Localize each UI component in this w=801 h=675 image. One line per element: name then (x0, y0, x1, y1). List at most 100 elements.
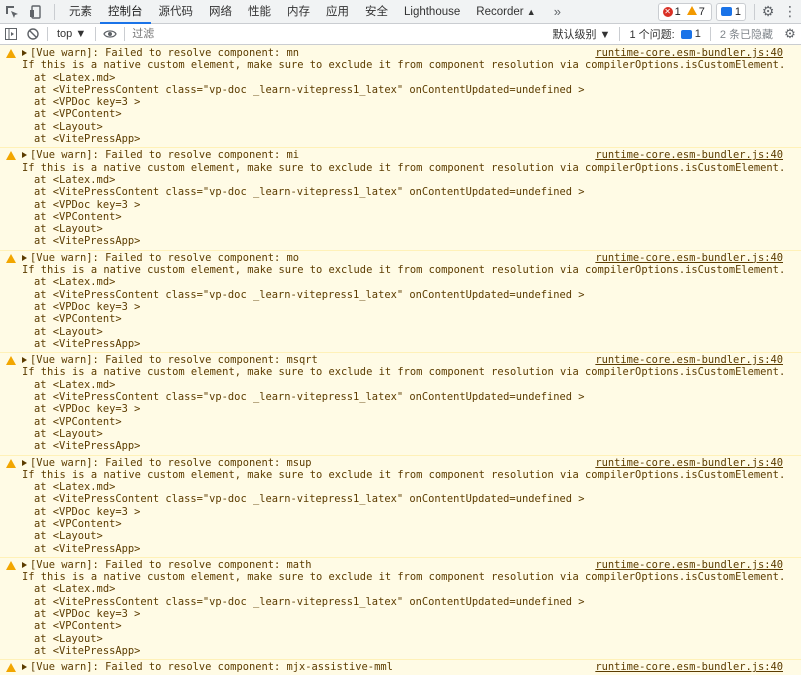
expand-caret-icon[interactable] (22, 561, 27, 568)
source-link[interactable]: runtime-core.esm-bundler.js:40 (591, 47, 783, 60)
issues-label: 1 个问题: (629, 29, 675, 41)
warning-message: [Vue warn]: Failed to resolve component:… (30, 354, 318, 367)
stack-frame: at <Latex.md> (34, 378, 116, 391)
flask-icon: ▲ (526, 6, 536, 17)
warning-message: [Vue warn]: Failed to resolve component:… (30, 47, 299, 59)
expand-caret-icon[interactable] (22, 664, 27, 671)
console-warning-entry[interactable]: [Vue warn]: Failed to resolve component:… (0, 455, 801, 558)
tab-elements[interactable]: 元素 (61, 0, 100, 24)
console-warning-entry[interactable]: [Vue warn]: Failed to resolve component:… (0, 660, 801, 675)
warning-icon (6, 663, 16, 673)
more-options-icon[interactable]: ⋮ (779, 0, 801, 24)
stack-frame: at <VPDoc key=3 > (34, 300, 141, 313)
warning-icon (6, 560, 16, 570)
error-warning-counter[interactable]: ✕ 1 7 (657, 2, 712, 21)
message-icon (720, 7, 732, 16)
console-warning-entry[interactable]: [Vue warn]: Failed to resolve component:… (0, 250, 801, 354)
source-link[interactable]: runtime-core.esm-bundler.js:40 (591, 354, 783, 367)
warning-detail: If this is a native custom element, make… (22, 161, 786, 174)
expand-caret-icon[interactable] (22, 50, 27, 56)
console-settings-gear-icon[interactable]: ⚙ (779, 24, 801, 45)
error-count: 1 (674, 5, 681, 18)
expand-caret-icon[interactable] (22, 459, 27, 466)
live-expression-eye-icon[interactable] (99, 24, 121, 45)
tab-performance[interactable]: 性能 (240, 0, 279, 24)
stack-frame: at <VitePressApp> (34, 337, 141, 350)
filter-divider (709, 27, 711, 41)
tab-security[interactable]: 安全 (357, 0, 396, 24)
filter-divider (47, 27, 48, 41)
tab-console[interactable]: 控制台 (100, 0, 151, 24)
hidden-messages-count: 2 条已隐藏 (719, 29, 773, 41)
warning-icon (6, 458, 16, 468)
warning-detail: If this is a native custom element, make… (22, 468, 786, 481)
sidebar-toggle-icon[interactable] (0, 24, 22, 45)
console-warning-entry[interactable]: [Vue warn]: Failed to resolve component:… (0, 148, 801, 251)
warning-message: [Vue warn]: Failed to resolve component:… (30, 558, 312, 571)
warning-message: [Vue warn]: Failed to resolve component:… (30, 661, 393, 674)
source-link[interactable]: runtime-core.esm-bundler.js:40 (591, 149, 783, 162)
stack-frame: at <VitePressContent class="vp-doc _lear… (34, 83, 585, 96)
stack-frame: at <VPContent> (34, 108, 122, 121)
stack-frame: at <VPContent> (34, 313, 122, 326)
stack-frame: at <VitePressContent class="vp-doc _lear… (34, 391, 585, 404)
warning-detail: If this is a native custom element, make… (22, 366, 786, 379)
stack-frame: at <Latex.md> (34, 481, 116, 494)
more-tabs-button[interactable]: » (544, 0, 571, 24)
toolbar-divider (54, 3, 55, 20)
warning-count: 7 (698, 5, 705, 18)
warning-icon (6, 151, 16, 161)
source-link[interactable]: runtime-core.esm-bundler.js:40 (591, 251, 783, 265)
warning-detail: If this is a native custom element, make… (22, 59, 786, 72)
stack-frame: at <VPDoc key=3 > (34, 608, 141, 621)
warning-icon (6, 356, 16, 366)
warning-message: [Vue warn]: Failed to resolve component:… (30, 149, 299, 162)
context-selector[interactable]: top ▼ (51, 28, 92, 40)
stack-frame: at <VPContent> (34, 620, 122, 633)
settings-gear-icon[interactable]: ⚙ (757, 0, 779, 24)
stack-frame: at <VitePressContent class="vp-doc _lear… (34, 493, 585, 506)
devtools-toolbar: 元素 控制台 源代码 网络 性能 内存 应用 安全 Lighthouse Rec… (0, 0, 801, 24)
tab-memory[interactable]: 内存 (279, 0, 318, 24)
stack-frame: at <VPContent> (34, 415, 122, 428)
issues-count: 1 (694, 28, 701, 40)
expand-caret-icon[interactable] (22, 254, 27, 261)
source-link[interactable]: runtime-core.esm-bundler.js:40 (591, 661, 783, 674)
source-link[interactable]: runtime-core.esm-bundler.js:40 (591, 558, 783, 572)
stack-frame: at <Layout> (34, 325, 103, 338)
expand-caret-icon[interactable] (22, 152, 27, 159)
filter-divider (95, 27, 97, 41)
stack-frame: at <Layout> (34, 120, 103, 133)
stack-frame: at <VPDoc key=3 > (34, 198, 141, 211)
stack-frame: at <Latex.md> (34, 173, 116, 186)
expand-caret-icon[interactable] (22, 357, 27, 364)
filter-divider (619, 27, 621, 41)
stack-frame: at <VitePressContent class="vp-doc _lear… (34, 288, 585, 301)
tab-network[interactable]: 网络 (201, 0, 240, 24)
tab-application[interactable]: 应用 (318, 0, 357, 24)
console-warning-entry[interactable]: [Vue warn]: Failed to resolve component:… (0, 557, 801, 661)
filter-input[interactable] (128, 25, 547, 43)
stack-frame: at <VPContent> (34, 210, 122, 223)
stack-frame: at <VitePressApp> (34, 542, 141, 555)
console-warning-entry[interactable]: [Vue warn]: Failed to resolve component:… (0, 46, 801, 149)
tab-sources[interactable]: 源代码 (151, 0, 202, 24)
source-link[interactable]: runtime-core.esm-bundler.js:40 (591, 456, 783, 469)
console-filter-bar: top ▼ 默认级别 ▼ 1 个问题: 1 2 条已隐藏 ⚙ (0, 24, 801, 45)
tab-lighthouse[interactable]: Lighthouse (396, 0, 468, 24)
inspect-element-icon[interactable] (0, 0, 24, 24)
clear-console-icon[interactable] (22, 24, 44, 45)
stack-frame: at <Layout> (34, 530, 103, 543)
stack-frame: at <Layout> (34, 427, 103, 440)
console-warning-entry[interactable]: [Vue warn]: Failed to resolve component:… (0, 353, 801, 456)
log-levels-dropdown[interactable]: 默认级别 ▼ (547, 26, 617, 42)
tab-recorder[interactable]: Recorder ▲ (468, 0, 543, 24)
device-toolbar-icon[interactable] (24, 0, 48, 24)
issues-button[interactable]: 1 个问题: 1 (623, 26, 706, 42)
stack-frame: at <Layout> (34, 223, 103, 236)
stack-frame: at <VPContent> (34, 517, 122, 530)
stack-frame: at <VPDoc key=3 > (34, 505, 141, 518)
stack-frame: at <Latex.md> (34, 71, 116, 84)
message-counter[interactable]: 1 (715, 2, 746, 21)
console-output: [Vue warn]: Failed to resolve component:… (0, 46, 801, 675)
